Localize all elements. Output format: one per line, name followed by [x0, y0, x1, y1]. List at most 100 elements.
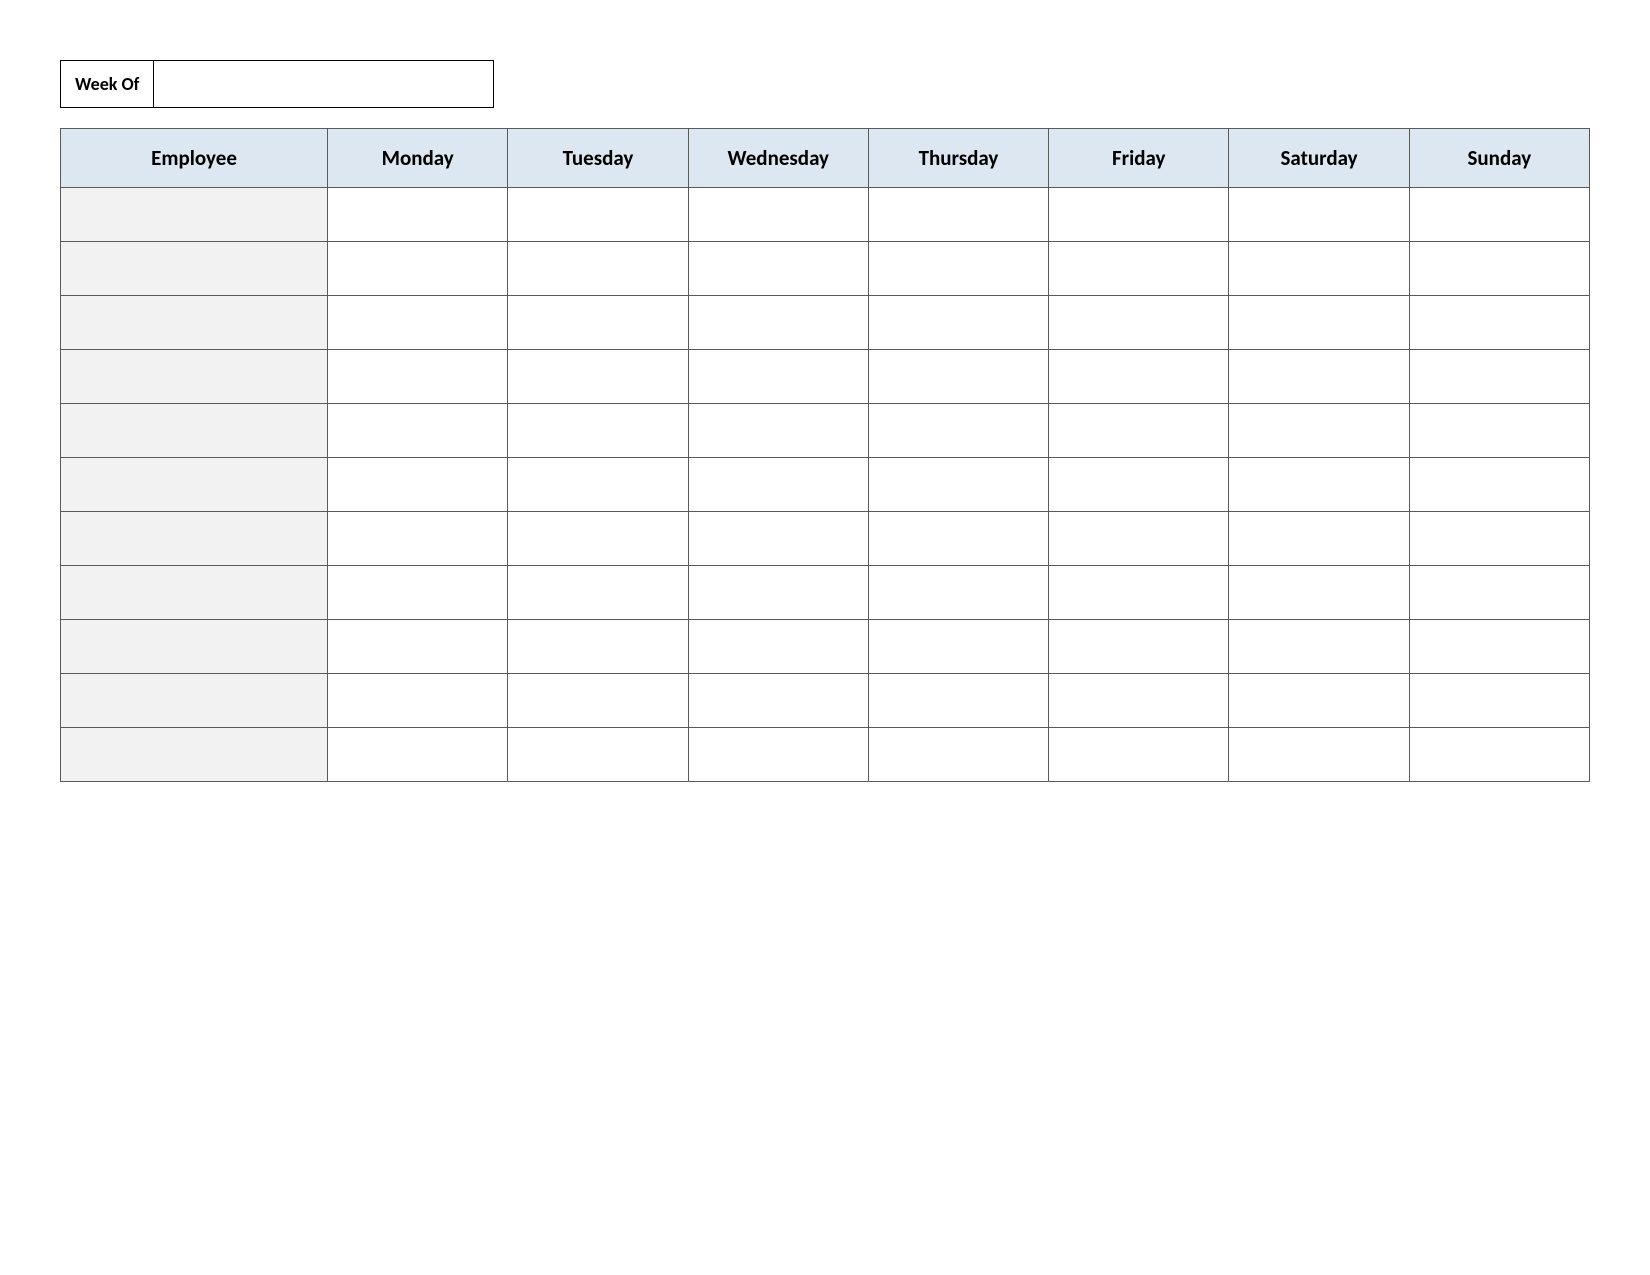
- monday-cell[interactable]: [328, 188, 508, 242]
- employee-cell[interactable]: [61, 350, 328, 404]
- table-row: [61, 188, 1590, 242]
- table-row: [61, 620, 1590, 674]
- friday-cell[interactable]: [1049, 674, 1229, 728]
- wednesday-cell[interactable]: [688, 458, 868, 512]
- wednesday-header: Wednesday: [688, 129, 868, 188]
- employee-cell[interactable]: [61, 566, 328, 620]
- wednesday-cell[interactable]: [688, 350, 868, 404]
- friday-header: Friday: [1049, 129, 1229, 188]
- sunday-cell[interactable]: [1409, 674, 1589, 728]
- employee-cell[interactable]: [61, 458, 328, 512]
- thursday-cell[interactable]: [868, 188, 1048, 242]
- sunday-cell[interactable]: [1409, 512, 1589, 566]
- friday-cell[interactable]: [1049, 296, 1229, 350]
- tuesday-cell[interactable]: [508, 728, 688, 782]
- wednesday-cell[interactable]: [688, 404, 868, 458]
- schedule-table: Employee Monday Tuesday Wednesday Thursd…: [60, 128, 1590, 782]
- saturday-cell[interactable]: [1229, 350, 1409, 404]
- sunday-cell[interactable]: [1409, 566, 1589, 620]
- saturday-cell[interactable]: [1229, 620, 1409, 674]
- employee-cell[interactable]: [61, 404, 328, 458]
- wednesday-cell[interactable]: [688, 512, 868, 566]
- monday-cell[interactable]: [328, 350, 508, 404]
- thursday-cell[interactable]: [868, 242, 1048, 296]
- wednesday-cell[interactable]: [688, 728, 868, 782]
- saturday-cell[interactable]: [1229, 458, 1409, 512]
- saturday-cell[interactable]: [1229, 296, 1409, 350]
- friday-cell[interactable]: [1049, 242, 1229, 296]
- monday-cell[interactable]: [328, 674, 508, 728]
- friday-cell[interactable]: [1049, 512, 1229, 566]
- employee-cell[interactable]: [61, 296, 328, 350]
- wednesday-cell[interactable]: [688, 620, 868, 674]
- sunday-cell[interactable]: [1409, 728, 1589, 782]
- employee-cell[interactable]: [61, 728, 328, 782]
- week-of-label: Week Of: [60, 60, 154, 108]
- tuesday-cell[interactable]: [508, 242, 688, 296]
- friday-cell[interactable]: [1049, 620, 1229, 674]
- thursday-cell[interactable]: [868, 566, 1048, 620]
- friday-cell[interactable]: [1049, 404, 1229, 458]
- tuesday-cell[interactable]: [508, 188, 688, 242]
- employee-cell[interactable]: [61, 242, 328, 296]
- employee-cell[interactable]: [61, 674, 328, 728]
- tuesday-cell[interactable]: [508, 620, 688, 674]
- friday-cell[interactable]: [1049, 188, 1229, 242]
- sunday-cell[interactable]: [1409, 404, 1589, 458]
- thursday-cell[interactable]: [868, 296, 1048, 350]
- tuesday-cell[interactable]: [508, 296, 688, 350]
- thursday-cell[interactable]: [868, 350, 1048, 404]
- table-row: [61, 512, 1590, 566]
- thursday-cell[interactable]: [868, 458, 1048, 512]
- friday-cell[interactable]: [1049, 458, 1229, 512]
- table-body: [61, 188, 1590, 782]
- wednesday-cell[interactable]: [688, 188, 868, 242]
- wednesday-cell[interactable]: [688, 296, 868, 350]
- tuesday-cell[interactable]: [508, 458, 688, 512]
- friday-cell[interactable]: [1049, 350, 1229, 404]
- monday-cell[interactable]: [328, 620, 508, 674]
- saturday-cell[interactable]: [1229, 512, 1409, 566]
- saturday-cell[interactable]: [1229, 242, 1409, 296]
- employee-cell[interactable]: [61, 620, 328, 674]
- saturday-cell[interactable]: [1229, 404, 1409, 458]
- employee-cell[interactable]: [61, 188, 328, 242]
- monday-cell[interactable]: [328, 296, 508, 350]
- monday-cell[interactable]: [328, 566, 508, 620]
- sunday-cell[interactable]: [1409, 242, 1589, 296]
- week-of-input[interactable]: [154, 60, 494, 108]
- wednesday-cell[interactable]: [688, 674, 868, 728]
- tuesday-cell[interactable]: [508, 566, 688, 620]
- saturday-cell[interactable]: [1229, 188, 1409, 242]
- thursday-cell[interactable]: [868, 674, 1048, 728]
- monday-cell[interactable]: [328, 404, 508, 458]
- monday-cell[interactable]: [328, 242, 508, 296]
- monday-cell[interactable]: [328, 512, 508, 566]
- sunday-cell[interactable]: [1409, 188, 1589, 242]
- thursday-cell[interactable]: [868, 404, 1048, 458]
- sunday-cell[interactable]: [1409, 350, 1589, 404]
- monday-cell[interactable]: [328, 728, 508, 782]
- saturday-cell[interactable]: [1229, 674, 1409, 728]
- friday-cell[interactable]: [1049, 728, 1229, 782]
- tuesday-cell[interactable]: [508, 512, 688, 566]
- wednesday-cell[interactable]: [688, 566, 868, 620]
- saturday-cell[interactable]: [1229, 566, 1409, 620]
- saturday-cell[interactable]: [1229, 728, 1409, 782]
- sunday-cell[interactable]: [1409, 296, 1589, 350]
- sunday-cell[interactable]: [1409, 458, 1589, 512]
- tuesday-cell[interactable]: [508, 350, 688, 404]
- thursday-cell[interactable]: [868, 512, 1048, 566]
- table-row: [61, 728, 1590, 782]
- employee-header: Employee: [61, 129, 328, 188]
- monday-cell[interactable]: [328, 458, 508, 512]
- employee-cell[interactable]: [61, 512, 328, 566]
- tuesday-cell[interactable]: [508, 404, 688, 458]
- thursday-cell[interactable]: [868, 620, 1048, 674]
- sunday-cell[interactable]: [1409, 620, 1589, 674]
- thursday-cell[interactable]: [868, 728, 1048, 782]
- friday-cell[interactable]: [1049, 566, 1229, 620]
- tuesday-cell[interactable]: [508, 674, 688, 728]
- wednesday-cell[interactable]: [688, 242, 868, 296]
- monday-header: Monday: [328, 129, 508, 188]
